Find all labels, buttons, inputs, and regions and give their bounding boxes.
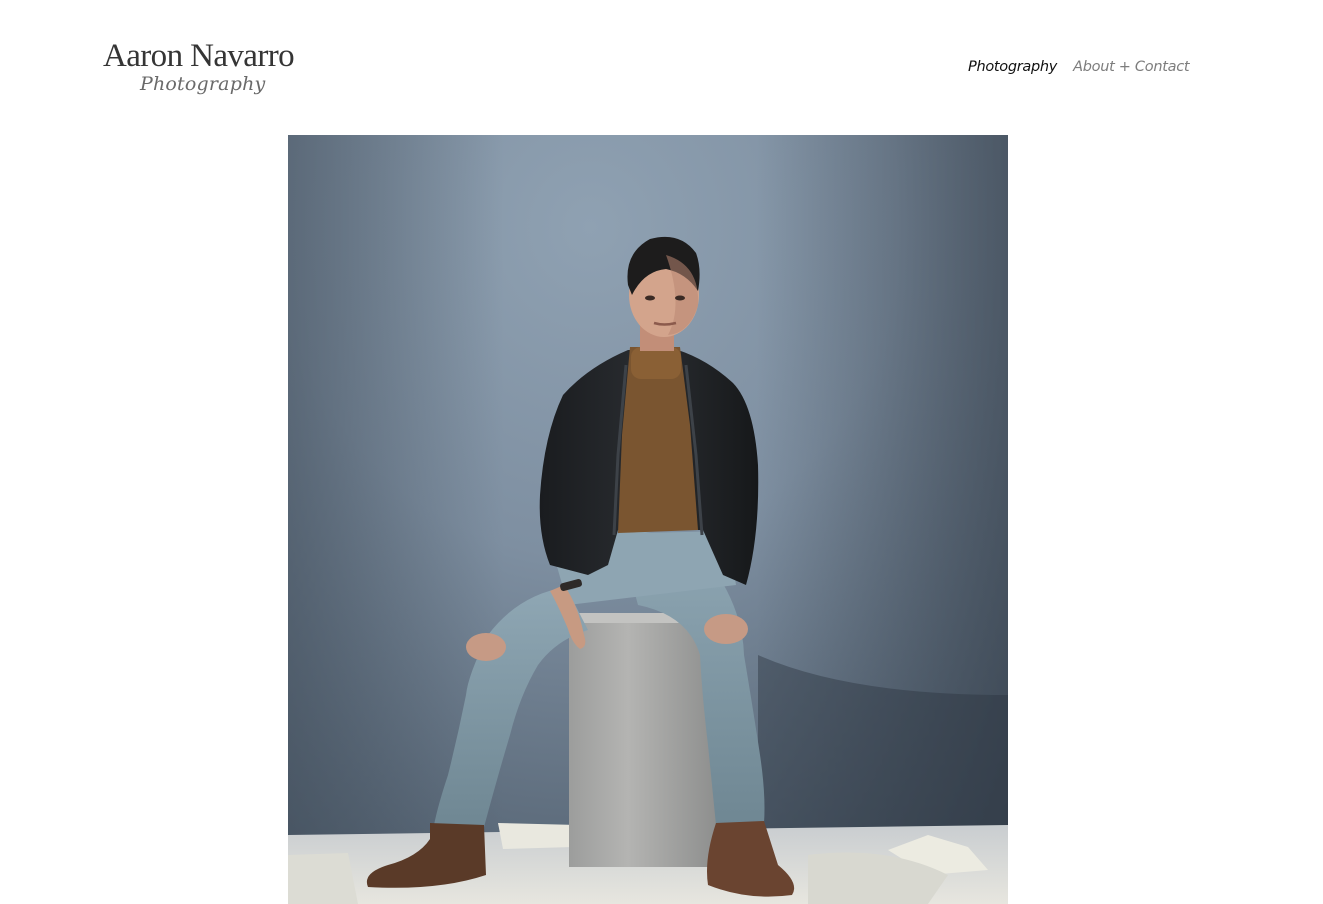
main-nav: Photography About + Contact — [968, 57, 1190, 77]
gallery-photo[interactable] — [288, 135, 1008, 904]
site-name: Aaron Navarro — [103, 38, 295, 74]
nav-item-about-contact[interactable]: About + Contact — [1073, 57, 1189, 77]
portrait-photo-image — [288, 135, 1008, 904]
site-logo[interactable]: Aaron Navarro Photography — [103, 36, 303, 95]
nav-item-photography[interactable]: Photography — [968, 57, 1057, 77]
site-tagline: Photography — [140, 73, 266, 95]
